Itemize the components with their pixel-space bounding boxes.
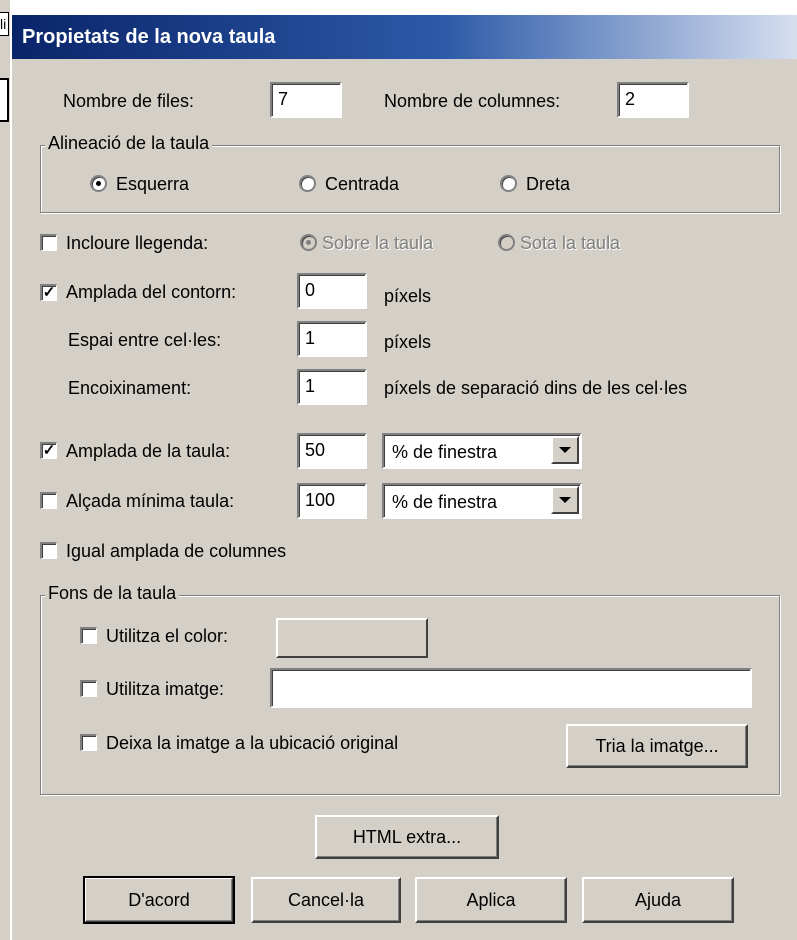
equal-columns-checkbox[interactable] [40,542,57,559]
use-color-checkbox[interactable] [80,627,97,644]
min-height-unit-value: % de finestra [392,492,498,512]
spacing-label: Espai entre cel·les: [68,330,222,350]
equal-columns-label[interactable]: Igual amplada de columnes [66,539,286,563]
min-height-checkbox[interactable] [40,492,57,509]
background-window-control [0,78,9,122]
padding-unit: píxels de separació dins de les cel·les [384,378,688,398]
min-height-unit-select[interactable]: % de finestra [382,483,582,519]
choose-image-button[interactable]: Tria la imatge... [566,724,748,768]
width-unit-select[interactable]: % de finestra [382,433,582,469]
dropdown-arrow-icon[interactable] [551,486,579,514]
align-right-radio[interactable] [500,175,517,192]
alignment-legend: Alineació de la taula [45,131,213,155]
dropdown-arrow-icon[interactable] [551,436,579,464]
align-left-label[interactable]: Esquerra [116,172,189,196]
padding-input[interactable]: 1 [297,369,367,405]
color-picker-button[interactable] [276,618,428,658]
rows-input[interactable]: 7 [270,82,342,118]
cancel-button[interactable]: Cancel·la [251,877,401,923]
min-height-input[interactable]: 100 [297,483,367,519]
radio-selected-dot [306,240,311,245]
rows-label: Nombre de files: [63,91,195,111]
caption-checkbox[interactable] [40,234,57,251]
help-button[interactable]: Ajuda [582,877,734,923]
align-center-label[interactable]: Centrada [325,172,399,196]
image-path-input[interactable] [270,668,752,708]
use-color-label[interactable]: Utilitza el color: [106,624,228,648]
checkmark-icon: ✓ [42,442,56,459]
caption-above-label[interactable]: Sobre la taula [322,231,433,255]
border-input[interactable]: 0 [297,273,367,309]
keep-original-label[interactable]: Deixa la imatge a la ubicació original [106,731,398,755]
align-center-radio[interactable] [299,175,316,192]
columns-label: Nombre de columnes: [384,91,561,111]
background-window-text: li [0,12,9,36]
border-unit: píxels [384,286,432,306]
width-input[interactable]: 50 [297,433,367,469]
spacing-input[interactable]: 1 [297,321,367,357]
table-properties-dialog: Propietats de la nova taula Nombre de fi… [12,15,797,940]
border-label[interactable]: Amplada del contorn: [66,280,236,304]
spacing-unit: píxels [384,332,432,352]
keep-original-checkbox[interactable] [80,734,97,751]
checkmark-icon: ✓ [42,284,56,301]
min-height-label[interactable]: Alçada mínima taula: [66,489,234,513]
width-unit-value: % de finestra [392,442,498,462]
align-left-radio[interactable] [90,175,107,192]
width-checkbox[interactable]: ✓ [40,442,57,459]
caption-below-label[interactable]: Sota la taula [520,231,620,255]
background-legend: Fons de la taula [45,581,180,605]
dialog-title[interactable]: Propietats de la nova taula [12,15,797,59]
caption-label[interactable]: Incloure llegenda: [66,231,208,255]
caption-above-radio[interactable] [300,234,317,251]
padding-label: Encoixinament: [68,378,192,398]
use-image-checkbox[interactable] [80,680,97,697]
caption-below-radio[interactable] [498,234,515,251]
background-window-fragment: li [0,0,10,940]
align-right-label[interactable]: Dreta [526,172,570,196]
width-label[interactable]: Amplada de la taula: [66,439,230,463]
ok-button[interactable]: D'acord [83,876,235,924]
border-checkbox[interactable]: ✓ [40,284,57,301]
columns-input[interactable]: 2 [617,82,689,118]
radio-selected-dot [96,181,101,186]
extra-html-button[interactable]: HTML extra... [315,815,499,859]
use-image-label[interactable]: Utilitza imatge: [106,677,224,701]
apply-button[interactable]: Aplica [415,877,567,923]
